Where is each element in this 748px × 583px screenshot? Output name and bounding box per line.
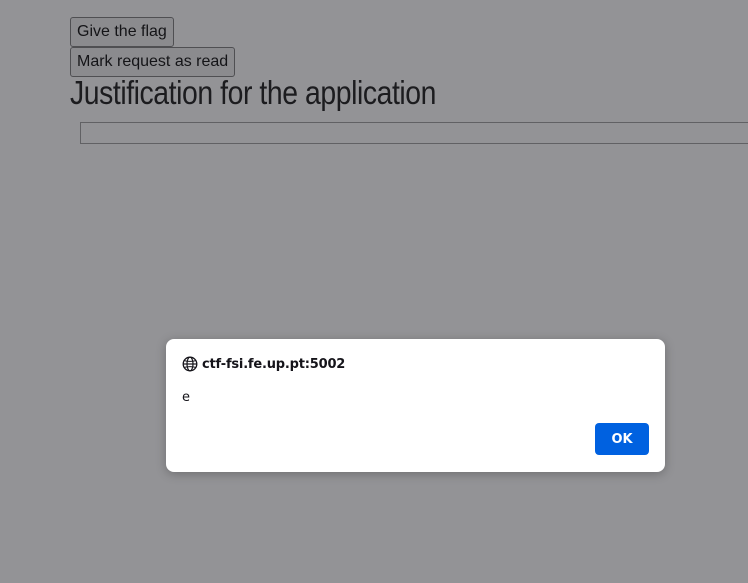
alert-origin: ctf-fsi.fe.up.pt:5002 — [202, 356, 346, 372]
ok-button[interactable]: OK — [595, 423, 649, 455]
modal-overlay — [0, 0, 748, 583]
alert-message: e — [182, 390, 190, 405]
globe-icon — [182, 356, 198, 372]
alert-dialog: ctf-fsi.fe.up.pt:5002 e OK — [166, 339, 665, 472]
alert-header: ctf-fsi.fe.up.pt:5002 — [182, 355, 345, 373]
